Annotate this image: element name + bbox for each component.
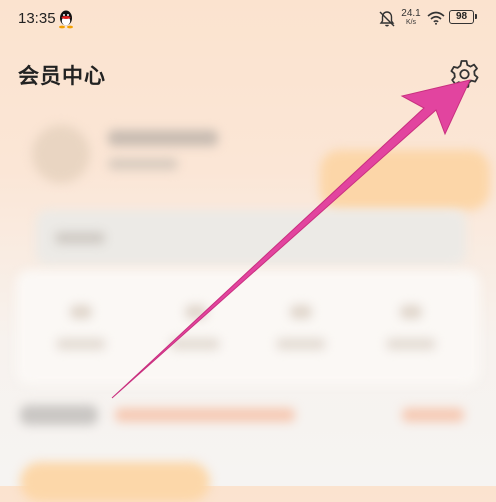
battery-icon: 98: [449, 10, 477, 24]
membership-card-label: [55, 232, 105, 244]
benefit-icon[interactable]: [185, 305, 207, 319]
status-bar: 13:35 24.1 K/s 98: [0, 0, 496, 40]
bottom-banner-placeholder[interactable]: [20, 462, 210, 502]
gear-icon: [450, 60, 479, 89]
status-time: 13:35: [18, 10, 56, 27]
benefits-panel: [16, 270, 480, 385]
network-speed-unit: K/s: [405, 19, 417, 26]
network-speed: 24.1 K/s: [399, 8, 423, 27]
user-name-placeholder: [108, 130, 218, 146]
qq-icon: [59, 10, 73, 29]
benefit-label: [56, 338, 106, 350]
page-title: 会员中心: [18, 65, 106, 88]
promo-text-placeholder: [115, 408, 295, 422]
section-title-placeholder: [20, 405, 98, 425]
avatar[interactable]: [32, 125, 90, 183]
vip-badge-placeholder: [320, 150, 490, 210]
benefit-icon[interactable]: [400, 305, 422, 319]
mute-bell-icon: [379, 11, 395, 27]
benefit-icon[interactable]: [70, 305, 92, 319]
benefit-label: [170, 338, 220, 350]
promo-link-placeholder[interactable]: [402, 408, 464, 422]
benefit-label: [276, 338, 326, 350]
user-subtitle-placeholder: [108, 158, 178, 170]
wifi-icon: [427, 11, 445, 25]
benefit-label: [386, 338, 436, 350]
network-speed-value: 24.1: [401, 8, 421, 19]
settings-button[interactable]: [448, 58, 480, 90]
benefit-icon[interactable]: [290, 305, 312, 319]
